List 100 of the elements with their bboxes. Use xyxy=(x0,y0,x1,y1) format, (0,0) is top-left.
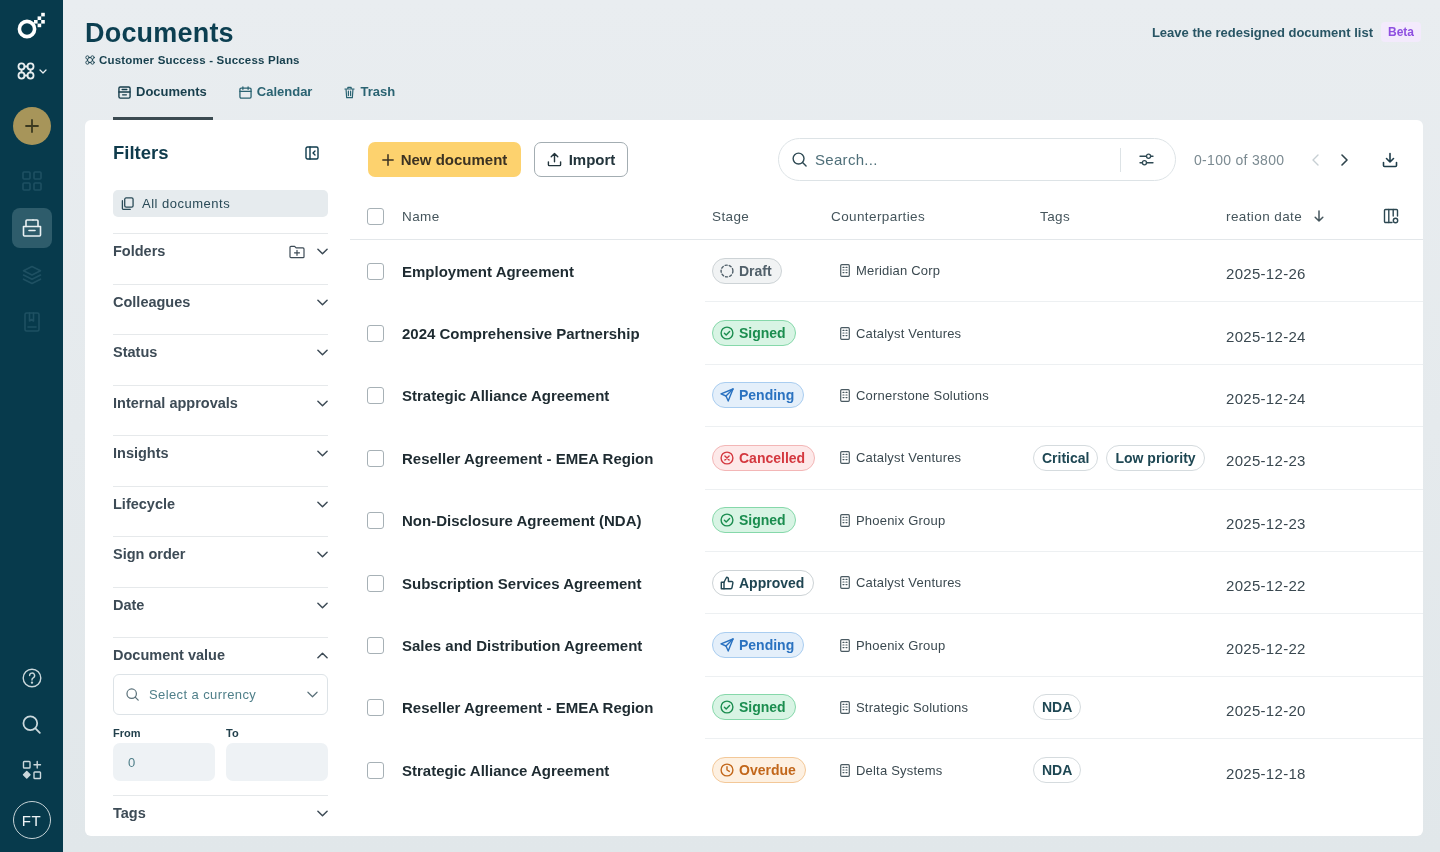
building-icon xyxy=(840,576,850,590)
filter-label[interactable]: Sign order xyxy=(113,546,186,563)
dashed-circle-icon xyxy=(720,263,734,278)
document-name[interactable]: 2024 Comprehensive Partnership xyxy=(402,325,640,343)
download-icon[interactable] xyxy=(1382,151,1398,168)
document-name[interactable]: Strategic Alliance Agreement xyxy=(402,387,610,405)
checkbox[interactable] xyxy=(367,637,384,655)
stage-label: Cancelled xyxy=(739,449,806,466)
document-name[interactable]: Non-Disclosure Agreement (NDA) xyxy=(402,512,642,530)
file-box-icon xyxy=(118,85,131,99)
nav-button[interactable] xyxy=(11,208,52,248)
filter-label[interactable]: Folders xyxy=(113,243,166,260)
chevron-down-icon[interactable] xyxy=(317,551,328,558)
chevron-down-icon[interactable] xyxy=(317,450,328,457)
column-header[interactable]: Counterparties xyxy=(831,208,926,224)
chevron-right-icon[interactable] xyxy=(1340,153,1348,166)
upload-icon xyxy=(546,152,562,167)
column-header[interactable]: reation date xyxy=(1226,208,1325,224)
column-settings-icon[interactable] xyxy=(1383,208,1399,224)
filter-label[interactable]: Document value xyxy=(113,647,225,664)
chevron-up-icon[interactable] xyxy=(317,652,328,659)
checkbox[interactable] xyxy=(367,207,384,225)
filter-label[interactable]: Colleagues xyxy=(113,293,191,311)
paper-plane-icon xyxy=(720,638,734,653)
filter-label[interactable]: Status xyxy=(113,344,158,361)
add-button[interactable] xyxy=(12,107,51,145)
x-circle-icon xyxy=(720,450,734,465)
filter-label[interactable]: Insights xyxy=(113,445,169,462)
counterparty-name: Meridian Corp xyxy=(856,263,941,279)
chevron-down-icon[interactable] xyxy=(317,601,328,609)
document-name[interactable]: Subscription Services Agreement xyxy=(402,574,642,592)
caret-icon[interactable] xyxy=(38,68,47,74)
check-circle-icon xyxy=(720,326,734,341)
checkbox[interactable] xyxy=(367,574,384,592)
checkbox[interactable] xyxy=(367,262,384,280)
document-name[interactable]: Sales and Distribution Agreement xyxy=(402,637,643,655)
copy-icon xyxy=(121,197,134,210)
creation-date: 2025-12-23 xyxy=(1226,514,1306,532)
filter-label[interactable]: Date xyxy=(113,596,145,614)
tab[interactable]: Calendar xyxy=(233,76,319,120)
filters-heading: Filters xyxy=(113,142,169,164)
widgets-icon[interactable] xyxy=(21,760,42,780)
trash-icon xyxy=(344,85,356,99)
filter-label[interactable]: Tags xyxy=(113,805,146,822)
counterparty-name: Catalyst Ventures xyxy=(856,450,962,466)
counterparty-name: Catalyst Ventures xyxy=(856,575,962,591)
chevron-down-icon[interactable] xyxy=(317,248,328,255)
help-icon[interactable] xyxy=(21,668,42,688)
sliders-icon[interactable] xyxy=(1139,153,1154,166)
paper-plane-icon xyxy=(720,388,734,403)
column-header[interactable]: Stage xyxy=(712,208,750,224)
document-name[interactable]: Reseller Agreement - EMEA Region xyxy=(402,699,654,717)
checkbox[interactable] xyxy=(367,449,384,467)
building-icon xyxy=(840,451,850,465)
new-document-button[interactable]: New document xyxy=(368,142,521,177)
checkbox[interactable] xyxy=(367,512,384,530)
counterparty-name: Phoenix Group xyxy=(856,512,946,528)
stage-label: Signed xyxy=(739,699,786,716)
counterparty-name: Delta Systems xyxy=(856,762,943,778)
creation-date: 2025-12-18 xyxy=(1226,764,1306,782)
all-documents-button[interactable]: All documents xyxy=(113,190,328,217)
document-name[interactable]: Employment Agreement xyxy=(402,262,574,280)
search-input[interactable]: Search... xyxy=(815,151,1110,168)
chevron-down-icon[interactable] xyxy=(317,399,328,407)
collapse-panel-icon[interactable] xyxy=(305,146,319,160)
logo-icon[interactable] xyxy=(16,12,47,40)
checkbox[interactable] xyxy=(367,699,384,717)
from-field[interactable]: 0 xyxy=(113,743,215,781)
building-icon xyxy=(840,264,850,278)
chevron-down-icon[interactable] xyxy=(317,349,328,356)
checkbox[interactable] xyxy=(367,325,384,343)
redesign-link[interactable]: Leave the redesigned document list xyxy=(1151,24,1373,40)
arrow-down-icon xyxy=(1314,210,1325,222)
chevron-down-icon[interactable] xyxy=(317,810,328,817)
chevron-down-icon xyxy=(307,691,318,698)
checkbox[interactable] xyxy=(367,387,384,405)
workspace-name: Customer Success - Success Plans xyxy=(99,53,300,67)
checkbox[interactable] xyxy=(367,761,384,779)
document-name[interactable]: Reseller Agreement - EMEA Region xyxy=(402,449,654,467)
filter-label[interactable]: Internal approvals xyxy=(113,394,238,412)
file-tray-icon[interactable] xyxy=(21,218,42,238)
creation-date: 2025-12-23 xyxy=(1226,452,1306,470)
import-button[interactable]: Import xyxy=(534,142,628,177)
creation-date: 2025-12-22 xyxy=(1226,577,1306,595)
column-header[interactable]: Name xyxy=(402,208,440,224)
nodes-icon[interactable] xyxy=(16,62,35,80)
add-folder-icon[interactable] xyxy=(289,244,305,259)
column-header[interactable]: Tags xyxy=(1040,208,1071,224)
stage-label: Signed xyxy=(739,512,786,529)
tab[interactable]: Trash xyxy=(339,76,402,120)
chevron-down-icon[interactable] xyxy=(317,500,328,508)
building-icon xyxy=(840,700,850,714)
chevron-down-icon[interactable] xyxy=(317,298,328,306)
building-icon xyxy=(840,388,850,402)
search-icon xyxy=(792,152,807,167)
currency-select[interactable]: Select a currency xyxy=(113,674,328,715)
document-name[interactable]: Strategic Alliance Agreement xyxy=(402,761,610,779)
search-icon[interactable] xyxy=(22,714,41,734)
clock-icon xyxy=(720,763,734,778)
filter-label[interactable]: Lifecycle xyxy=(113,495,176,513)
